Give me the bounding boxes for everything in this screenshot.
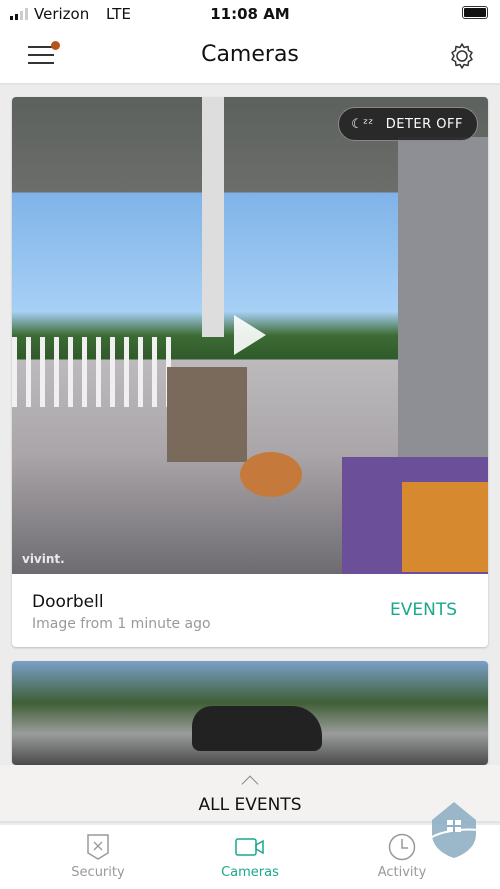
all-events-drawer[interactable]: ALL EVENTS <box>0 765 500 823</box>
shield-x-icon <box>87 834 109 860</box>
events-button[interactable]: EVENTS <box>390 600 457 620</box>
camera-card-doorbell: ☾ᶻᶻ DETER OFF vivint. Doorbell Image from… <box>12 97 488 647</box>
camera-snapshot[interactable]: ☾ᶻᶻ DETER OFF vivint. <box>12 97 488 574</box>
status-bar: Verizon LTE 11:08 AM <box>0 0 500 28</box>
video-camera-icon <box>235 838 264 856</box>
clock: 11:08 AM <box>210 5 290 23</box>
tab-cameras[interactable]: Cameras <box>190 833 310 880</box>
page-title: Cameras <box>201 42 299 67</box>
camera-name: Doorbell <box>32 592 104 612</box>
gear-icon[interactable] <box>448 42 476 70</box>
camera-snapshot[interactable] <box>12 661 488 765</box>
tab-bar: Security Cameras Activity <box>0 825 500 889</box>
tab-security[interactable]: Security <box>38 833 158 880</box>
clock-icon <box>388 833 416 861</box>
smart-home-assistant-button[interactable] <box>430 800 478 860</box>
deter-toggle-button[interactable]: ☾ᶻᶻ DETER OFF <box>338 107 478 141</box>
play-icon[interactable] <box>234 315 266 355</box>
all-events-label: ALL EVENTS <box>198 795 302 815</box>
camera-card-2 <box>12 661 488 765</box>
camera-timestamp: Image from 1 minute ago <box>32 616 211 632</box>
sleep-icon: ☾ᶻᶻ <box>351 116 374 132</box>
battery-icon <box>462 6 488 19</box>
vivint-logo: vivint. <box>22 552 65 566</box>
header: Cameras <box>0 28 500 85</box>
chevron-up-icon <box>241 775 259 793</box>
